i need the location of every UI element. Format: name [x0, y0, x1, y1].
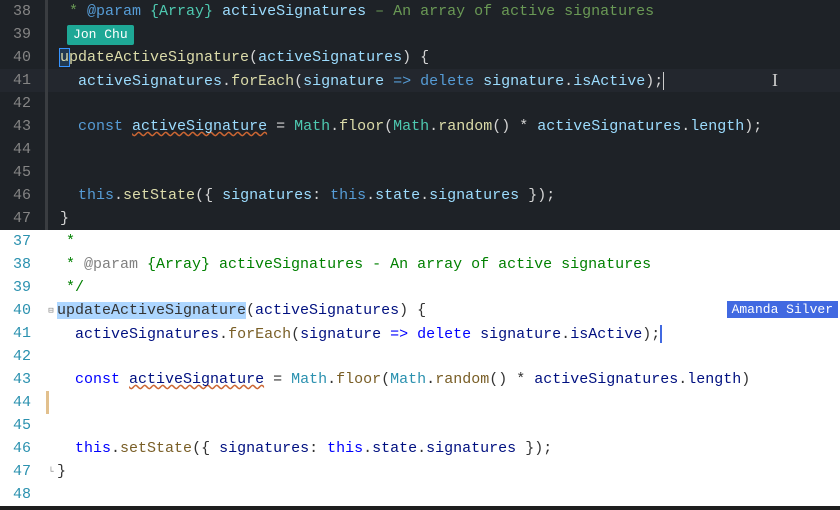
- code-content[interactable]: }: [60, 210, 840, 227]
- line-number: 47: [0, 463, 45, 480]
- line-number: 45: [0, 164, 45, 181]
- code-line[interactable]: 37 *: [0, 230, 840, 253]
- line-number: 40: [0, 49, 45, 66]
- code-content[interactable]: const activeSignature = Math.floor(Math.…: [60, 118, 840, 135]
- text-cursor: [663, 72, 664, 90]
- code-line[interactable]: 43 const activeSignature = Math.floor(Ma…: [0, 368, 840, 391]
- code-line[interactable]: 40 updateActiveSignature(activeSignature…: [0, 46, 840, 69]
- line-number: 46: [0, 187, 45, 204]
- line-number: 48: [0, 486, 45, 503]
- line-number: 44: [0, 141, 45, 158]
- codelens-author-tag[interactable]: Jon Chu: [67, 25, 134, 45]
- line-number: 40: [0, 302, 45, 319]
- line-number: 41: [0, 72, 45, 89]
- code-line-active[interactable]: 41 activeSignatures.forEach(signature =>…: [0, 69, 840, 92]
- code-line[interactable]: 42: [0, 345, 840, 368]
- line-number: 38: [0, 3, 45, 20]
- editor-pane-original[interactable]: 38 * @param {Array} activeSignatures – A…: [0, 0, 840, 230]
- line-number: 44: [0, 394, 45, 411]
- code-line-blame[interactable]: 39 Jon Chu: [0, 23, 840, 46]
- fold-end-icon[interactable]: └: [45, 467, 57, 477]
- line-number: 45: [0, 417, 45, 434]
- code-line[interactable]: 47 }: [0, 207, 840, 230]
- diff-editor: 38 * @param {Array} activeSignatures – A…: [0, 0, 840, 510]
- code-content[interactable]: * @param {Array} activeSignatures – An a…: [60, 3, 840, 20]
- fold-icon[interactable]: ⊟: [45, 306, 57, 316]
- code-content[interactable]: updateActiveSignature(activeSignatures) …: [60, 49, 840, 66]
- line-number: 39: [0, 279, 45, 296]
- line-number: 41: [0, 325, 45, 342]
- code-line[interactable]: 40 ⊟ updateActiveSignature(activeSignatu…: [0, 299, 840, 322]
- code-line[interactable]: 45: [0, 161, 840, 184]
- code-line[interactable]: 46 this.setState({ signatures: this.stat…: [0, 184, 840, 207]
- modification-indicator: [46, 391, 49, 414]
- code-content: Jon Chu: [60, 25, 840, 45]
- line-number: 42: [0, 348, 45, 365]
- line-number: 43: [0, 118, 45, 135]
- code-line[interactable]: 48: [0, 483, 840, 506]
- ibeam-cursor-icon: I: [772, 70, 778, 91]
- line-number: 47: [0, 210, 45, 227]
- code-line[interactable]: 44: [0, 138, 840, 161]
- code-line[interactable]: 38 * @param {Array} activeSignatures – A…: [0, 0, 840, 23]
- code-line[interactable]: 44: [0, 391, 840, 414]
- code-line[interactable]: 39 */: [0, 276, 840, 299]
- line-number: 43: [0, 371, 45, 388]
- code-line[interactable]: 47 └ }: [0, 460, 840, 483]
- code-line[interactable]: 46 this.setState({ signatures: this.stat…: [0, 437, 840, 460]
- code-line[interactable]: 45: [0, 414, 840, 437]
- collaborator-cursor: [660, 325, 662, 343]
- line-number: 38: [0, 256, 45, 273]
- code-line[interactable]: 43 const activeSignature = Math.floor(Ma…: [0, 115, 840, 138]
- editor-pane-modified[interactable]: 37 * 38 * @param {Array} activeSignature…: [0, 230, 840, 506]
- line-number: 46: [0, 440, 45, 457]
- line-number: 37: [0, 233, 45, 250]
- codelens-author-tag[interactable]: Amanda Silver: [727, 301, 838, 318]
- gutter-divider: [45, 0, 48, 23]
- code-content[interactable]: activeSignatures.forEach(signature => de…: [60, 72, 840, 90]
- line-number: 39: [0, 26, 45, 43]
- code-line[interactable]: 38 * @param {Array} activeSignatures - A…: [0, 253, 840, 276]
- line-number: 42: [0, 95, 45, 112]
- code-line[interactable]: 41 activeSignatures.forEach(signature =>…: [0, 322, 840, 345]
- code-content[interactable]: this.setState({ signatures: this.state.s…: [60, 187, 840, 204]
- code-line[interactable]: 42: [0, 92, 840, 115]
